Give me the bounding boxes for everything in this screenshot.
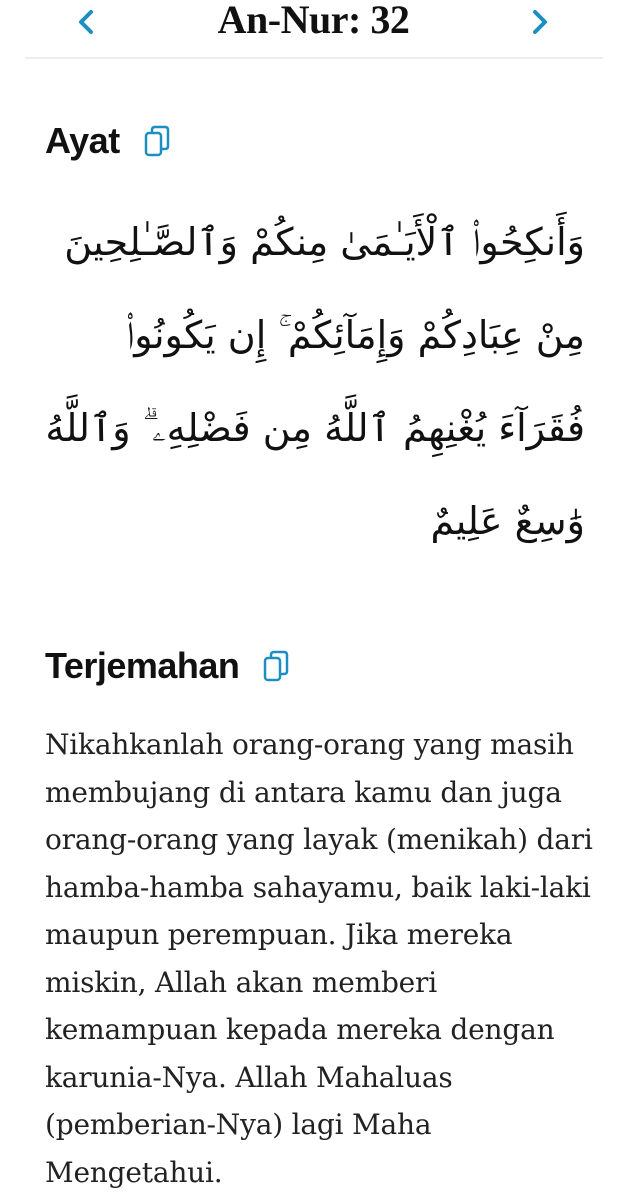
- copy-icon: [264, 650, 289, 682]
- copy-icon: [144, 125, 169, 157]
- copy-ayat-button[interactable]: [142, 123, 172, 159]
- copy-terjemahan-button[interactable]: [261, 648, 291, 684]
- ayat-arabic-text: وَأَنكِحُوا۟ ٱلْأَيَـٰمَىٰ مِنكُمْ وَٱلص…: [45, 220, 585, 543]
- next-ayat-button[interactable]: [520, 2, 560, 42]
- terjemahan-text: Nikahkanlah orang-orang yang masih membu…: [45, 728, 593, 1189]
- ayat-heading: Ayat: [45, 119, 172, 163]
- chevron-right-icon: [533, 10, 547, 34]
- terjemahan-heading-label: Terjemahan: [45, 645, 240, 686]
- terjemahan-heading: Terjemahan: [45, 644, 291, 688]
- ayat-heading-label: Ayat: [45, 120, 120, 161]
- header-divider: [25, 57, 603, 59]
- top-bar: An-Nur: 32: [0, 0, 627, 59]
